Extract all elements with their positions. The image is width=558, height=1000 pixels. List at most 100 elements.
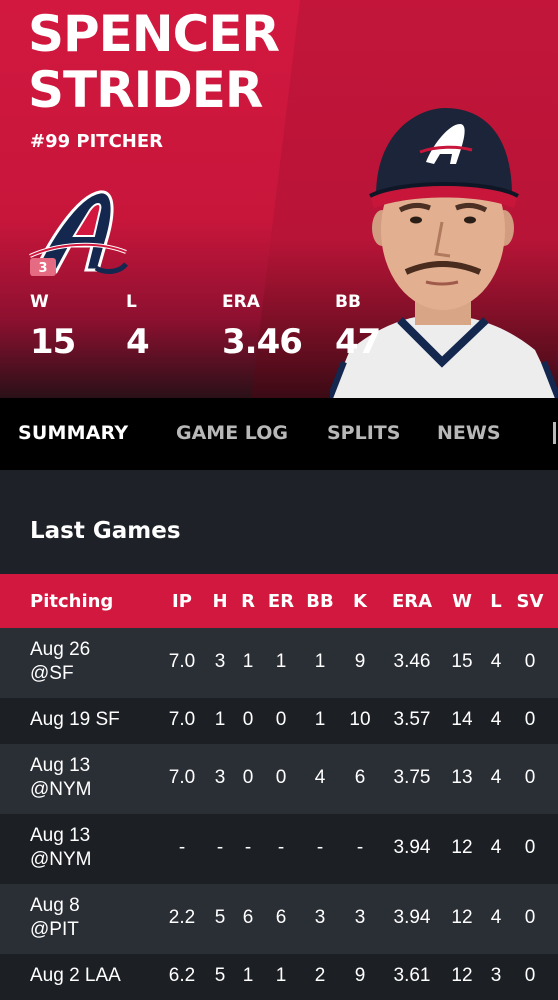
logo-badge: 3: [38, 261, 47, 276]
stat-cell-er: 1: [275, 965, 287, 986]
stat-cell-er: 0: [275, 709, 287, 730]
stat-cell-ip: 7.0: [168, 651, 196, 672]
stat-label-walks: BB: [335, 292, 361, 312]
col-header-w: W: [452, 591, 472, 612]
game-cell: Aug 2 LAA: [30, 965, 121, 986]
stat-cell-k: 10: [349, 709, 371, 730]
stat-cell-k: 3: [354, 907, 366, 928]
stat-cell-era: 3.75: [393, 767, 431, 788]
col-header-r: R: [241, 591, 255, 612]
stat-cell-er: 6: [275, 907, 287, 928]
col-header-er: ER: [267, 591, 295, 612]
stat-cell-h: 5: [214, 907, 226, 928]
table-row[interactable]: Aug 2 LAA 6.2 5 1 1 2 9 3.61 12 3 0: [0, 954, 558, 1000]
game-cell: Aug 26 @SF: [30, 639, 91, 684]
stat-cell-w: 13: [451, 767, 473, 788]
stat-value-losses: 4: [126, 322, 150, 362]
stat-cell-l: 4: [490, 767, 502, 788]
stat-value-era: 3.46: [222, 322, 303, 362]
stat-cell-era: 3.94: [393, 837, 431, 858]
stat-cell-h: 3: [214, 767, 226, 788]
col-header-bb: BB: [306, 591, 334, 612]
player-first-name: SPENCER: [28, 5, 280, 63]
stat-cell-w: 12: [451, 965, 473, 986]
col-header-l: L: [490, 591, 502, 612]
stat-cell-l: 4: [490, 651, 502, 672]
stat-cell-era: 3.94: [393, 907, 431, 928]
stat-cell-ip: 6.2: [168, 965, 196, 986]
stat-cell-l: 4: [490, 907, 502, 928]
stat-cell-w: 12: [451, 907, 473, 928]
stat-cell-sv: 0: [524, 907, 536, 928]
player-header: SPENCER STRIDER #99 PITCHER 3 W L ERA BB…: [0, 0, 558, 398]
table-row[interactable]: Aug 8 @PIT 2.2 5 6 6 3 3 3.94 12 4 0: [0, 884, 558, 954]
stat-cell-bb: -: [316, 837, 324, 858]
stat-cell-h: 3: [214, 651, 226, 672]
stat-cell-sv: 0: [524, 837, 536, 858]
stat-cell-ip: -: [178, 837, 186, 858]
stat-cell-r: 0: [242, 767, 254, 788]
stat-cell-sv: 0: [524, 767, 536, 788]
stat-cell-w: 14: [451, 709, 473, 730]
section-title: Last Games: [30, 518, 181, 544]
tab-splits[interactable]: SPLITS: [327, 422, 400, 444]
tab-overflow-indicator: [553, 422, 556, 444]
table-row[interactable]: Aug 13 @NYM - - - - - -3.94 12 4 0: [0, 814, 558, 884]
stat-cell-er: 0: [275, 767, 287, 788]
stat-cell-era: 3.61: [393, 965, 431, 986]
game-cell: Aug 13 @NYM: [30, 755, 92, 800]
game-cell: Aug 13 @NYM: [30, 825, 92, 870]
stat-cell-bb: 4: [314, 767, 326, 788]
stat-cell-ip: 7.0: [168, 767, 196, 788]
stat-cell-r: 1: [242, 965, 254, 986]
stat-cell-h: 5: [214, 965, 226, 986]
game-cell: Aug 19 SF: [30, 709, 120, 730]
stat-cell-l: 3: [490, 965, 502, 986]
stat-cell-r: 0: [242, 709, 254, 730]
col-header-ip: IP: [172, 591, 192, 612]
stat-cell-bb: 3: [314, 907, 326, 928]
col-header-pitching: Pitching: [30, 591, 114, 612]
stat-cell-sv: 0: [524, 651, 536, 672]
stat-label-era: ERA: [222, 292, 260, 312]
stat-cell-r: 1: [242, 651, 254, 672]
player-last-name: STRIDER: [28, 61, 263, 119]
stat-cell-sv: 0: [524, 965, 536, 986]
stat-cell-era: 3.46: [393, 651, 431, 672]
stat-cell-l: 4: [490, 837, 502, 858]
tab-bar: SUMMARY GAME LOG SPLITS NEWS: [0, 398, 558, 470]
tab-news[interactable]: NEWS: [437, 422, 501, 444]
stat-cell-h: 1: [214, 709, 226, 730]
stat-label-losses: L: [126, 292, 137, 312]
col-header-sv: SV: [516, 591, 544, 612]
table-header: Pitching IP H R ER BB K ERA W L SV: [0, 574, 558, 628]
stat-label-wins: W: [30, 292, 49, 312]
stat-cell-h: -: [216, 837, 224, 858]
col-header-era: ERA: [391, 591, 433, 612]
stat-cell-ip: 2.2: [168, 907, 196, 928]
stat-cell-k: 9: [354, 651, 366, 672]
stat-cell-sv: 0: [524, 709, 536, 730]
player-number-position: #99 PITCHER: [30, 131, 163, 152]
stat-cell-ip: 7.0: [168, 709, 196, 730]
stat-cell-l: 4: [490, 709, 502, 730]
game-cell: Aug 8 @PIT: [30, 895, 80, 940]
stat-cell-bb: 2: [314, 965, 326, 986]
tab-summary[interactable]: SUMMARY: [18, 422, 128, 444]
stat-cell-er: -: [277, 837, 285, 858]
stat-cell-k: 6: [354, 767, 366, 788]
stat-value-walks: 47: [335, 322, 381, 362]
stat-cell-k: -: [356, 837, 364, 858]
stat-cell-w: 12: [451, 837, 473, 858]
stat-cell-r: -: [244, 837, 252, 858]
stat-cell-k: 9: [354, 965, 366, 986]
stat-cell-bb: 1: [314, 651, 326, 672]
player-name: SPENCER STRIDER: [28, 6, 328, 118]
table-row[interactable]: Aug 19 SF 7.0 1 0 0 1 10 3.57 14 4 0: [0, 698, 558, 744]
tab-game-log[interactable]: GAME LOG: [176, 422, 288, 444]
table-row[interactable]: Aug 26 @SF 7.0 3 1 1 1 9 3.46 15 4 0: [0, 628, 558, 698]
table-row[interactable]: Aug 13 @NYM 7.0 3 0 0 4 6 3.75 13 4 0: [0, 744, 558, 814]
team-logo-icon: 3: [29, 190, 128, 276]
stat-cell-era: 3.57: [393, 709, 431, 730]
stat-cell-r: 6: [242, 907, 254, 928]
